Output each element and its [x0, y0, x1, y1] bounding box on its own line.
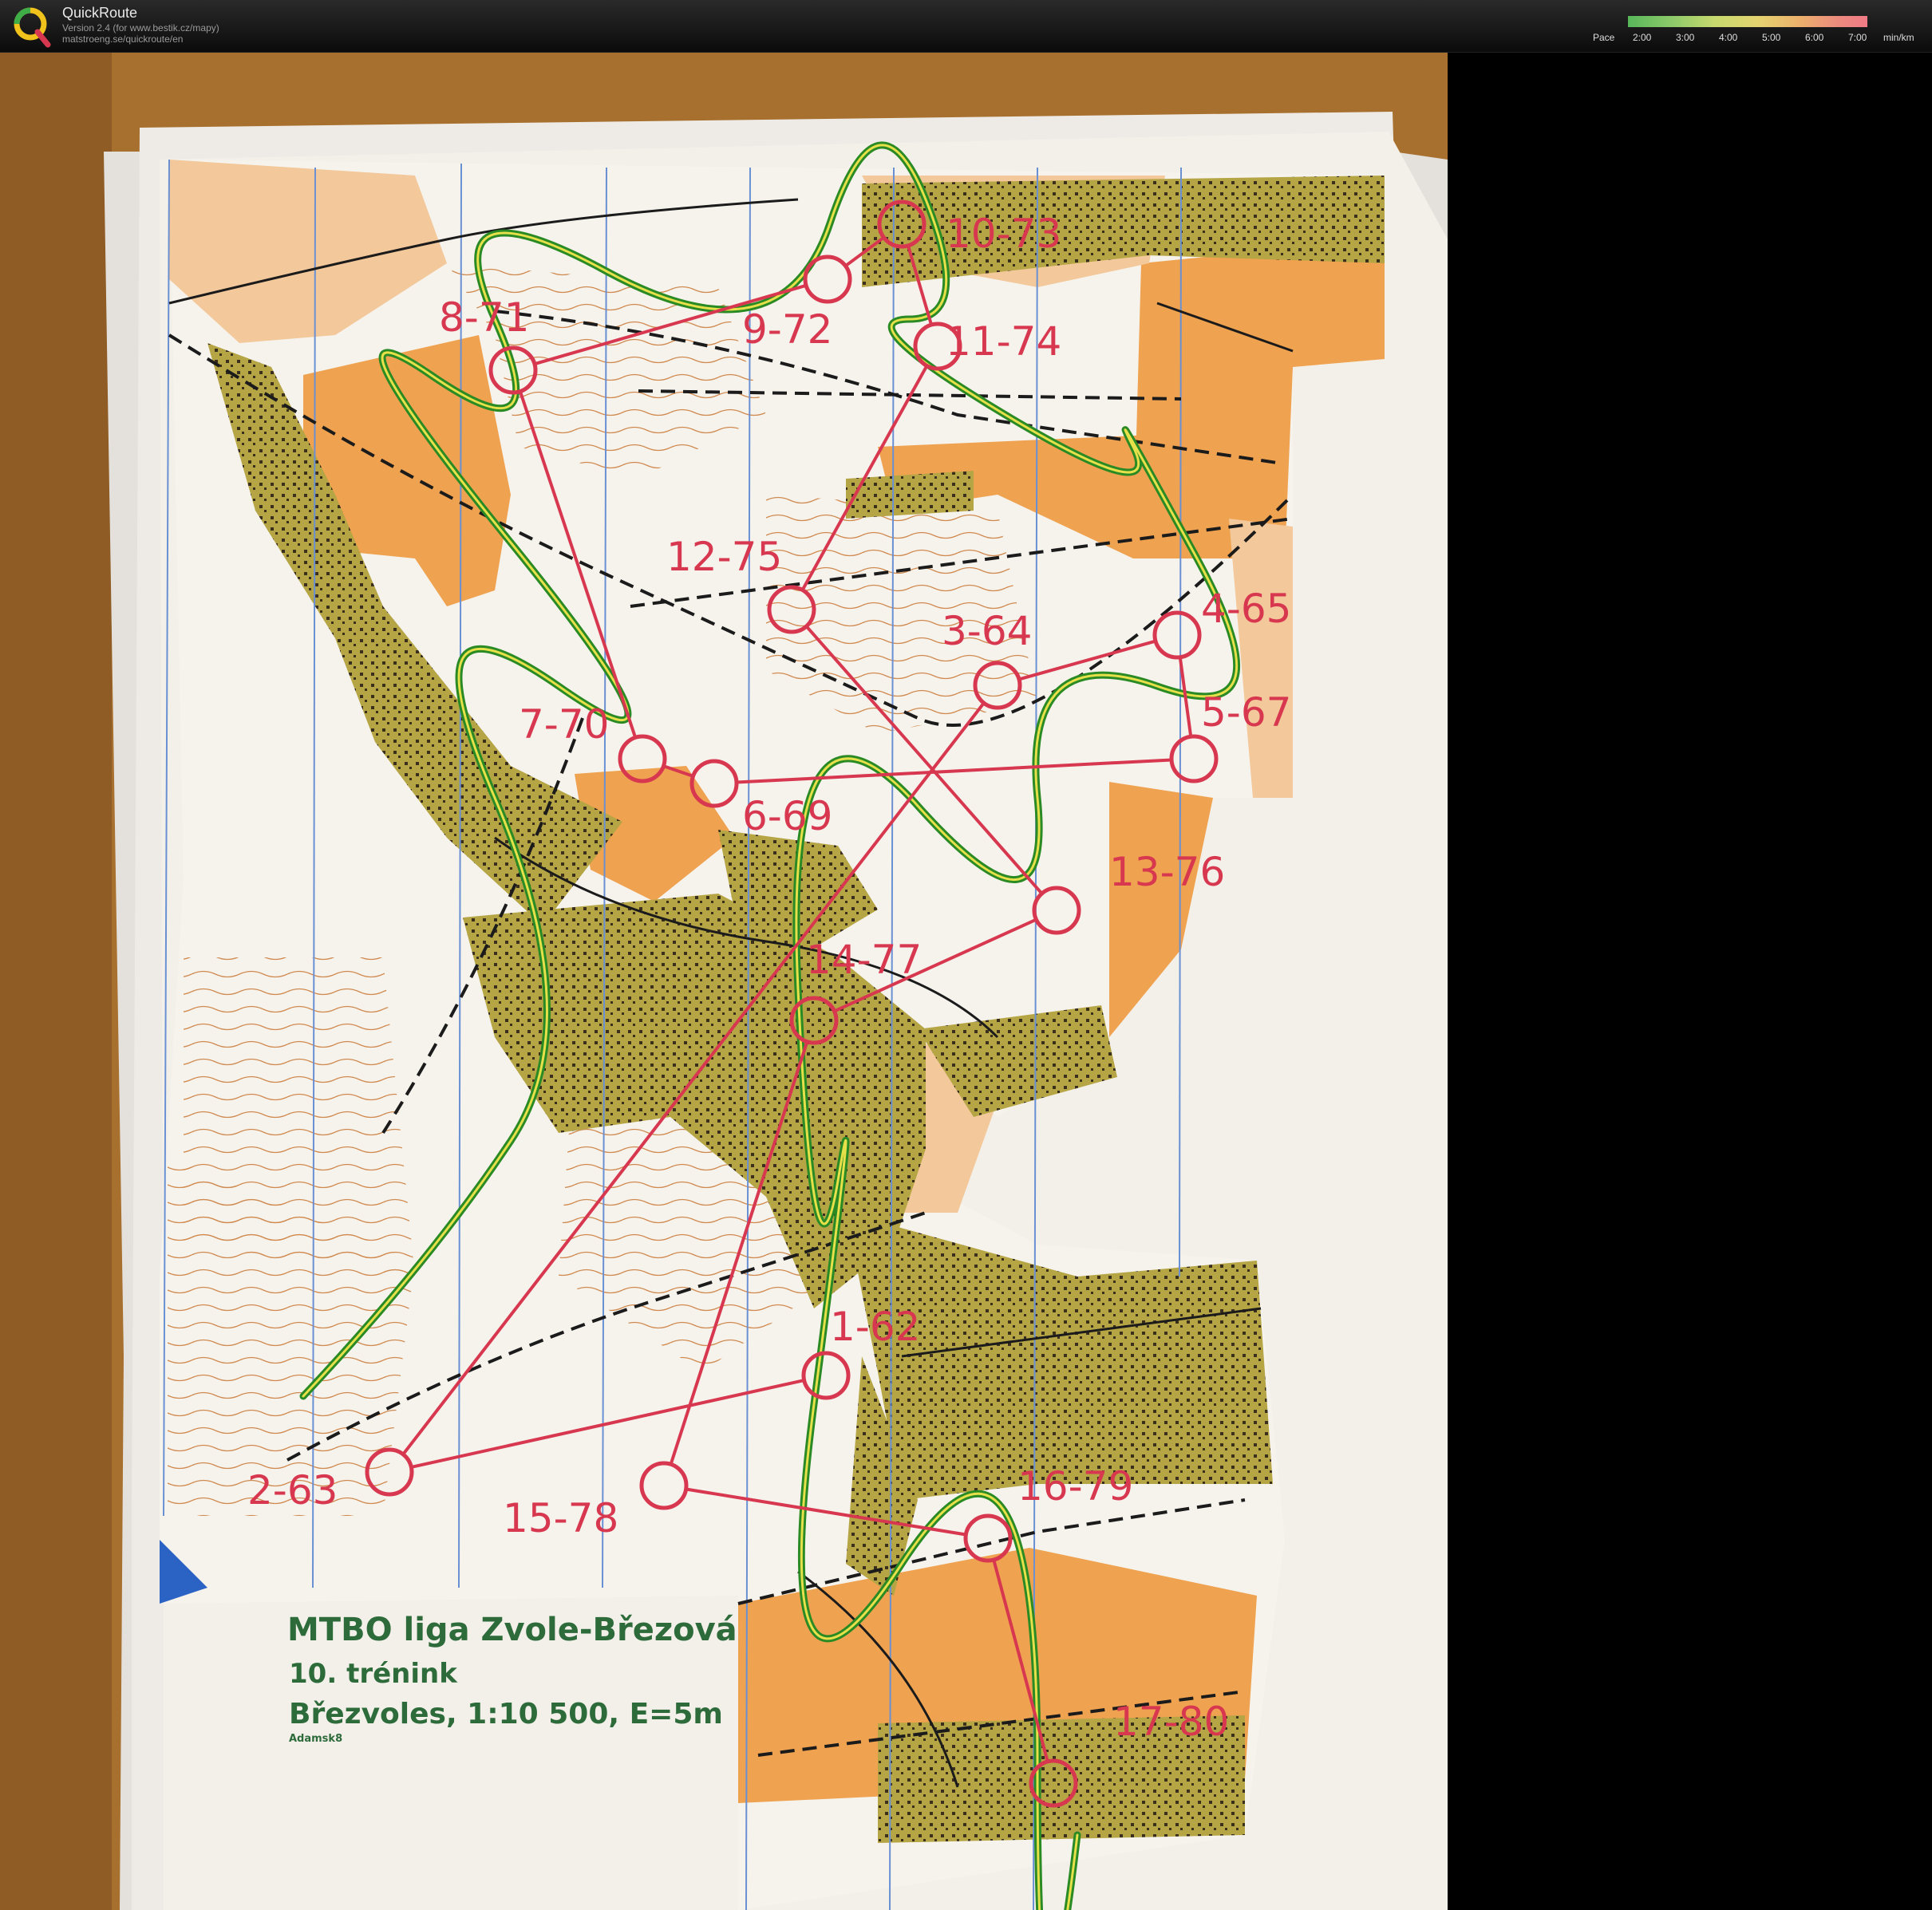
pace-tick: 5:00: [1762, 32, 1781, 43]
control-label: 14-77: [806, 937, 922, 983]
wood-shadow: [0, 53, 112, 1910]
control-label: 7-70: [519, 701, 609, 748]
pace-tick: 3:00: [1676, 32, 1695, 43]
app-version: Version 2.4 (for www.bestik.cz/mapy): [62, 22, 219, 34]
pace-tick: 7:00: [1848, 32, 1867, 43]
pace-label: Pace: [1593, 32, 1615, 43]
control-label: 9-72: [742, 306, 832, 353]
control-label: 6-69: [742, 793, 832, 839]
control-label: 5-67: [1201, 689, 1291, 736]
control-label: 3-64: [942, 608, 1032, 654]
quickroute-logo-icon: [14, 7, 51, 48]
pace-tick: 2:00: [1633, 32, 1652, 43]
map-author: Adamsk8: [289, 1733, 343, 1745]
control-label: 4-65: [1201, 586, 1291, 632]
control-label: 10-73: [946, 211, 1061, 257]
app-url-link[interactable]: matstroeng.se/quickroute/en: [62, 34, 183, 45]
control-label: 8-71: [439, 294, 529, 341]
app-name: QuickRoute: [62, 5, 138, 21]
control-label: 11-74: [946, 318, 1061, 365]
side-panel-blank: [1448, 53, 1932, 1910]
map-title: MTBO liga Zvole-Březová: [287, 1612, 737, 1648]
control-label: 2-63: [247, 1467, 338, 1513]
app-header: QuickRoute Version 2.4 (for www.bestik.c…: [0, 0, 1932, 53]
map-viewport[interactable]: 1-62 2-63 3-64 4-65 5-67 6-69 7-70 8-71 9-72 10-7…: [0, 53, 1448, 1910]
map-subtitle: 10. trénink: [289, 1658, 457, 1690]
pace-color-scale: [1628, 16, 1867, 27]
map-scale-info: Březvoles, 1:10 500, E=5m: [289, 1698, 723, 1730]
control-label: 16-79: [1017, 1463, 1133, 1509]
pace-unit: min/km: [1883, 32, 1914, 43]
pace-legend: Pace 2:00 3:00 4:00 5:00 6:00 7:00 min/k…: [1588, 13, 1923, 45]
control-label: 12-75: [666, 534, 782, 580]
pace-tick: 4:00: [1719, 32, 1738, 43]
control-label: 15-78: [503, 1495, 618, 1541]
pace-tick: 6:00: [1805, 32, 1824, 43]
control-label: 1-62: [830, 1304, 920, 1350]
control-label: 13-76: [1109, 849, 1225, 895]
control-label: 17-80: [1113, 1699, 1229, 1745]
